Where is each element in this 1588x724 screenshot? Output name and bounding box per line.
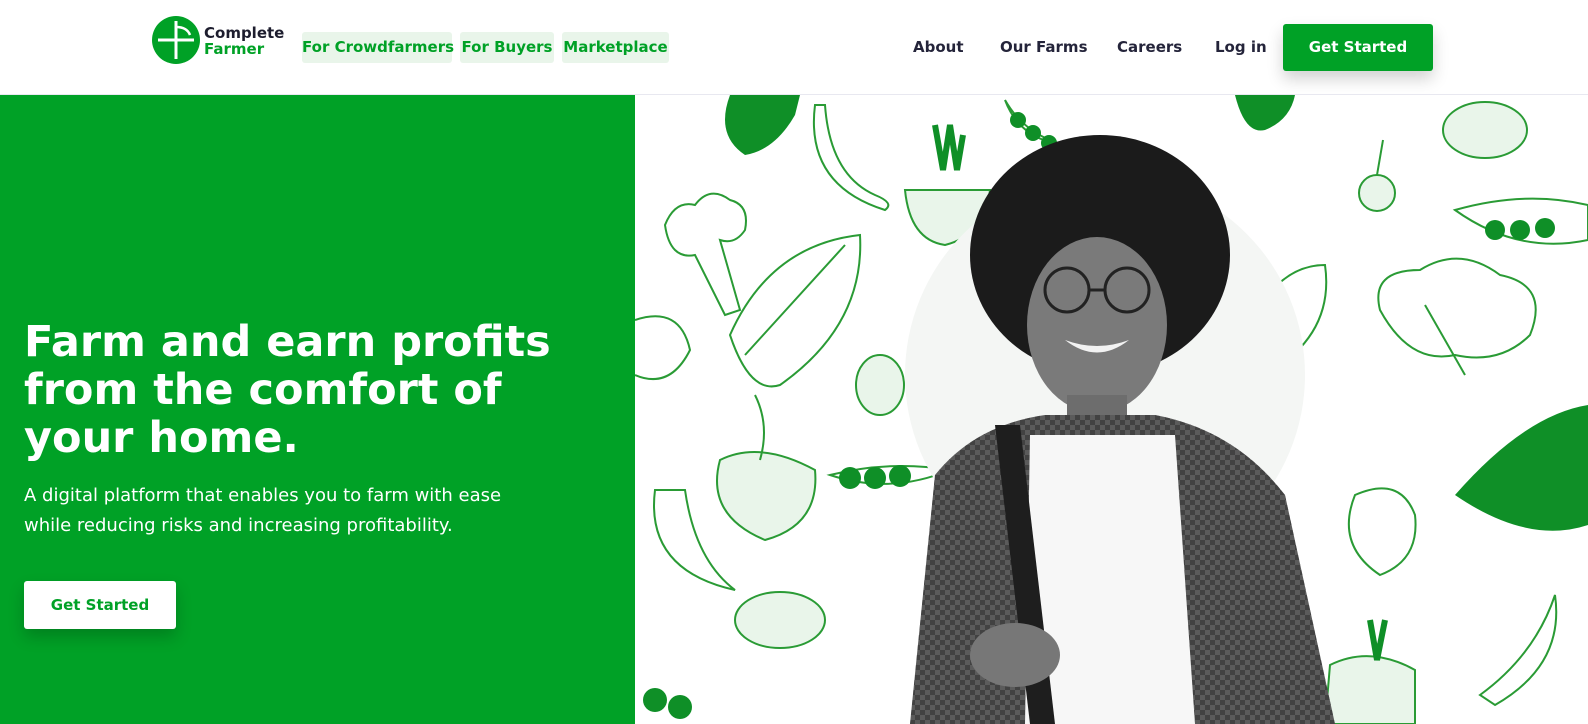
header-get-started-button[interactable]: Get Started [1283, 24, 1433, 71]
logo-wordmark: Complete Farmer [204, 25, 284, 57]
site-header: Complete Farmer For Crowdfarmers For Buy… [0, 0, 1588, 95]
logo-word-farmer: Farmer [204, 40, 265, 58]
complete-farmer-logo[interactable]: Complete Farmer [152, 15, 292, 67]
nav-link-log-in[interactable]: Log in [1215, 37, 1267, 57]
logo-mark-icon [152, 16, 200, 64]
nav-link-about[interactable]: About [913, 37, 964, 57]
nav-pill-for-crowdfarmers[interactable]: For Crowdfarmers [302, 32, 454, 63]
nav-link-careers[interactable]: Careers [1117, 37, 1182, 57]
hero-subtext: A digital platform that enables you to f… [24, 485, 502, 536]
nav-pill-marketplace[interactable]: Marketplace [562, 32, 669, 63]
nav-pill-for-buyers[interactable]: For Buyers [460, 32, 554, 63]
hero-green-panel: Farm and earn profits from the comfort o… [0, 95, 635, 724]
nav-link-our-farms[interactable]: Our Farms [1000, 37, 1088, 57]
hero-image [635, 95, 1588, 724]
logo-word-complete: Complete [204, 24, 285, 42]
hero-get-started-button[interactable]: Get Started [24, 581, 176, 629]
farmer-portrait-with-vegetables-illustration [635, 95, 1588, 724]
hero-headline: Farm and earn profits from the comfort o… [24, 317, 551, 463]
